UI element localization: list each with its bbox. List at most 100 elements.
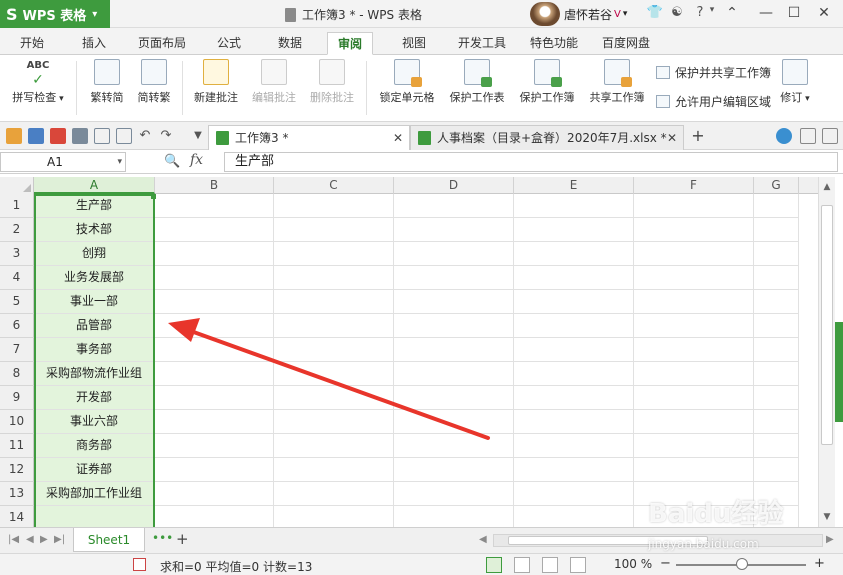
cell-b9[interactable] <box>155 386 274 410</box>
cell-e9[interactable] <box>514 386 634 410</box>
cell-b4[interactable] <box>155 266 274 290</box>
find-icon[interactable] <box>116 128 132 144</box>
cell-f3[interactable] <box>634 242 754 266</box>
print-icon[interactable] <box>72 128 88 144</box>
maximize-button[interactable]: ☐ <box>781 2 807 24</box>
cell-a11[interactable]: 商务部 <box>34 434 155 458</box>
tab-developer[interactable]: 开发工具 <box>448 32 516 55</box>
cell-b2[interactable] <box>155 218 274 242</box>
cell-b1[interactable] <box>155 194 274 218</box>
protect-and-share-button[interactable]: 保护并共享工作簿 <box>656 64 771 81</box>
scroll-left-icon[interactable]: ◀ <box>479 534 487 545</box>
share-icon[interactable] <box>800 128 816 144</box>
cell-c3[interactable] <box>274 242 394 266</box>
prev-sheet-icon[interactable]: ◀ <box>26 534 34 545</box>
allow-edit-ranges-button[interactable]: 允许用户编辑区域 <box>656 93 771 110</box>
cell-a1[interactable]: 生产部 <box>34 194 155 218</box>
cell-e3[interactable] <box>514 242 634 266</box>
next-sheet-icon[interactable]: ▶ <box>40 534 48 545</box>
zoom-slider-knob[interactable] <box>736 558 748 570</box>
macro-record-icon[interactable] <box>133 558 146 571</box>
cell-d11[interactable] <box>394 434 514 458</box>
cell-c11[interactable] <box>274 434 394 458</box>
tab-special-features[interactable]: 特色功能 <box>520 32 588 55</box>
cell-a10[interactable]: 事业六部 <box>34 410 155 434</box>
user-account[interactable]: 虐怀若谷 V ▾ <box>530 2 627 26</box>
doc-tab-workbook3[interactable]: 工作簿3 * ✕ <box>208 125 410 150</box>
more-sheets-icon[interactable]: ••• <box>152 531 173 545</box>
close-button[interactable]: ✕ <box>811 2 837 24</box>
edit-comment-button[interactable]: 编辑批注 <box>246 59 302 105</box>
cell-c8[interactable] <box>274 362 394 386</box>
cell-d5[interactable] <box>394 290 514 314</box>
row-header[interactable]: 1 <box>0 194 34 218</box>
column-header-a[interactable]: A <box>34 177 155 194</box>
cell-a9[interactable]: 开发部 <box>34 386 155 410</box>
cell-f2[interactable] <box>634 218 754 242</box>
cloud-icon[interactable] <box>776 128 792 144</box>
cell-g1[interactable] <box>754 194 799 218</box>
column-header-e[interactable]: E <box>514 177 634 194</box>
row-header[interactable]: 13 <box>0 482 34 506</box>
vertical-scrollbar[interactable]: ▲ ▼ <box>818 177 835 527</box>
cell-g7[interactable] <box>754 338 799 362</box>
row-header[interactable]: 8 <box>0 362 34 386</box>
cell-e2[interactable] <box>514 218 634 242</box>
close-icon[interactable]: ✕ <box>667 126 677 150</box>
cell-c5[interactable] <box>274 290 394 314</box>
cell-c9[interactable] <box>274 386 394 410</box>
cell-d4[interactable] <box>394 266 514 290</box>
save-icon[interactable] <box>28 128 44 144</box>
cell-g9[interactable] <box>754 386 799 410</box>
cell-f8[interactable] <box>634 362 754 386</box>
page-layout-view-icon[interactable] <box>514 557 530 573</box>
row-header[interactable]: 2 <box>0 218 34 242</box>
cell-f7[interactable] <box>634 338 754 362</box>
cell-c10[interactable] <box>274 410 394 434</box>
cell-g12[interactable] <box>754 458 799 482</box>
cell-e14[interactable] <box>514 506 634 527</box>
cell-b12[interactable] <box>155 458 274 482</box>
cell-e10[interactable] <box>514 410 634 434</box>
cell-f10[interactable] <box>634 410 754 434</box>
tab-baidu-netdisk[interactable]: 百度网盘 <box>592 32 660 55</box>
page-break-view-icon[interactable] <box>542 557 558 573</box>
sheet-tab-sheet1[interactable]: Sheet1 <box>73 528 145 552</box>
minimize-button[interactable]: — <box>753 2 779 24</box>
cell-d12[interactable] <box>394 458 514 482</box>
cell-d10[interactable] <box>394 410 514 434</box>
cell-a3[interactable]: 创翔 <box>34 242 155 266</box>
column-header-d[interactable]: D <box>394 177 514 194</box>
row-header[interactable]: 7 <box>0 338 34 362</box>
cell-a8[interactable]: 采购部物流作业组 <box>34 362 155 386</box>
cell-g2[interactable] <box>754 218 799 242</box>
tab-home[interactable]: 开始 <box>10 32 54 55</box>
share-workbook-button[interactable]: 共享工作簿 <box>584 59 650 105</box>
cell-b5[interactable] <box>155 290 274 314</box>
cell-d3[interactable] <box>394 242 514 266</box>
cell-f12[interactable] <box>634 458 754 482</box>
delete-comment-button[interactable]: 删除批注 <box>304 59 360 105</box>
cell-d8[interactable] <box>394 362 514 386</box>
cell-d13[interactable] <box>394 482 514 506</box>
cell-g11[interactable] <box>754 434 799 458</box>
protect-workbook-button[interactable]: 保护工作簿 <box>514 59 580 105</box>
cell-e8[interactable] <box>514 362 634 386</box>
row-header[interactable]: 6 <box>0 314 34 338</box>
cell-c2[interactable] <box>274 218 394 242</box>
cell-c4[interactable] <box>274 266 394 290</box>
tab-page-layout[interactable]: 页面布局 <box>128 32 196 55</box>
cell-b13[interactable] <box>155 482 274 506</box>
tab-data[interactable]: 数据 <box>268 32 312 55</box>
weibo-icon[interactable]: ☯ <box>668 5 686 20</box>
row-header[interactable]: 14 <box>0 506 34 527</box>
cell-b11[interactable] <box>155 434 274 458</box>
insert-function-icon[interactable]: fx <box>190 152 203 168</box>
cell-f4[interactable] <box>634 266 754 290</box>
cell-a4[interactable]: 业务发展部 <box>34 266 155 290</box>
first-sheet-icon[interactable]: |◀ <box>8 534 19 545</box>
cell-f9[interactable] <box>634 386 754 410</box>
settings-icon[interactable] <box>822 128 838 144</box>
row-header[interactable]: 11 <box>0 434 34 458</box>
row-header[interactable]: 12 <box>0 458 34 482</box>
